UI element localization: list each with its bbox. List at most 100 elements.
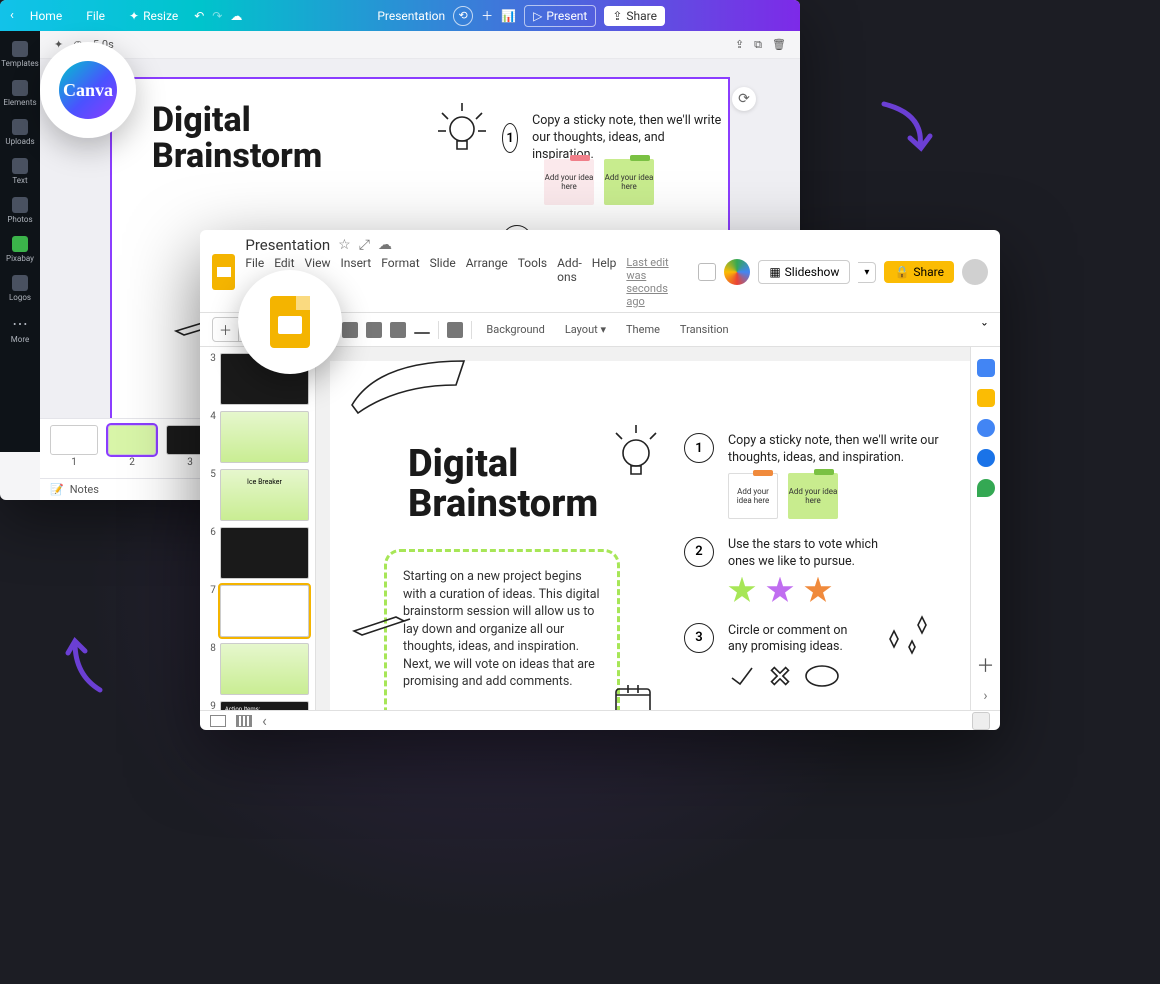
share-button[interactable]: ⇪ Share — [604, 6, 665, 26]
sidebar-photos[interactable]: Photos — [0, 193, 40, 228]
thumbnail[interactable]: 1 — [50, 425, 98, 468]
gs-document-title[interactable]: Presentation — [245, 236, 330, 254]
star-icon[interactable] — [766, 577, 794, 605]
slides-app-icon — [212, 254, 235, 290]
shape-tool-icon[interactable] — [390, 322, 406, 338]
gs-thumbnail[interactable]: 6 — [206, 527, 309, 579]
file-menu[interactable]: File — [78, 6, 113, 26]
scallop-textbox[interactable]: Starting on a new project begins with a … — [384, 549, 620, 710]
gs-canvas[interactable]: DigitalBrainstorm 1 Copy a sticky note, … — [316, 347, 970, 710]
keep-icon[interactable] — [977, 389, 995, 407]
share-button[interactable]: 🔒 Share — [884, 261, 954, 283]
maps-icon[interactable] — [977, 479, 995, 497]
sticky-note[interactable]: Add your idea here — [728, 473, 778, 519]
sidebar-more[interactable]: ⋯More — [0, 310, 40, 348]
step-number: 1 — [684, 433, 714, 463]
menu-tools[interactable]: Tools — [518, 256, 547, 308]
thumbnail[interactable]: 2 — [108, 425, 156, 468]
gs-thumbnail[interactable]: 4 — [206, 411, 309, 463]
add-page-icon[interactable]: ＋ — [481, 7, 493, 24]
menu-addons[interactable]: Add-ons — [557, 256, 582, 308]
slideshow-button[interactable]: ▦ Slideshow — [758, 260, 850, 284]
sidebar-logos[interactable]: Logos — [0, 271, 40, 306]
gs-thumbnail[interactable]: 8 — [206, 643, 309, 695]
analytics-icon[interactable]: 📊 — [501, 9, 516, 23]
filmstrip-view-icon[interactable] — [210, 715, 226, 727]
sidebar-elements[interactable]: Elements — [0, 76, 40, 111]
calendar-icon[interactable] — [977, 359, 995, 377]
export-icon[interactable]: ⇪ — [735, 38, 744, 51]
background-button[interactable]: Background — [480, 321, 550, 338]
toolbar-expand-icon[interactable]: ˇ — [981, 320, 988, 339]
collapse-panel-icon[interactable]: › — [983, 688, 987, 704]
canva-logo-badge: Canva — [40, 42, 136, 138]
home-button[interactable]: Home — [22, 6, 70, 26]
last-edit-text[interactable]: Last edit was seconds ago — [626, 256, 688, 308]
sticky-note[interactable]: Add your idea here — [604, 159, 654, 205]
templates-icon — [12, 41, 28, 57]
document-title[interactable]: Presentation — [377, 9, 445, 23]
sidebar-uploads[interactable]: Uploads — [0, 115, 40, 150]
slide-title[interactable]: DigitalBrainstorm — [408, 445, 598, 525]
more-icon: ⋯ — [12, 314, 28, 333]
gs-thumbnail[interactable]: 9Action Items: — [206, 701, 309, 710]
undo-icon[interactable]: ↶ — [194, 9, 204, 23]
slideshow-dropdown[interactable]: ▾ — [858, 262, 876, 283]
tasks-icon[interactable] — [977, 419, 995, 437]
collapse-icon[interactable]: ‹ — [262, 711, 267, 730]
step-text[interactable]: Use the stars to vote which — [728, 537, 878, 554]
gs-thumbnail[interactable]: 7 — [206, 585, 309, 637]
move-icon[interactable]: ⤢ — [359, 237, 370, 253]
star-icon[interactable] — [728, 577, 756, 605]
step-text[interactable]: Copy a sticky note, then we'll write our… — [728, 433, 948, 467]
text-icon — [12, 158, 28, 174]
step-text[interactable]: Circle or comment on — [728, 623, 847, 640]
meet-icon[interactable] — [724, 259, 750, 285]
sidebar-templates[interactable]: Templates — [0, 37, 40, 72]
menu-help[interactable]: Help — [592, 256, 617, 308]
delete-icon[interactable]: 🗑 — [772, 38, 786, 51]
comment-tool-icon[interactable] — [447, 322, 463, 338]
line-tool-icon[interactable] — [414, 332, 430, 334]
star-icon[interactable] — [804, 577, 832, 605]
sticky-note[interactable]: Add your idea here — [544, 159, 594, 205]
sidebar-text[interactable]: Text — [0, 154, 40, 189]
menu-slide[interactable]: Slide — [430, 256, 456, 308]
theme-button[interactable]: Theme — [620, 321, 666, 338]
step-text[interactable]: any promising ideas. — [728, 639, 847, 656]
textbox-tool-icon[interactable] — [342, 322, 358, 338]
image-tool-icon[interactable] — [366, 322, 382, 338]
duplicate-icon[interactable]: ⧉ — [754, 38, 762, 52]
step-text[interactable]: ones we like to pursue. — [728, 554, 878, 571]
gs-thumbnail[interactable]: 5Ice Breaker — [206, 469, 309, 521]
layout-button[interactable]: Layout ▾ — [559, 321, 612, 338]
tape-doodle-icon — [878, 705, 970, 710]
autoplay-indicator[interactable]: ⟲ — [453, 6, 473, 26]
grid-view-icon[interactable] — [236, 715, 252, 727]
redo-icon[interactable]: ↷ — [212, 9, 222, 23]
present-button[interactable]: ▷ Present — [524, 5, 596, 27]
menu-format[interactable]: Format — [381, 256, 419, 308]
book-icon — [610, 681, 656, 710]
add-addon-icon[interactable]: ＋ — [977, 658, 995, 676]
explore-icon[interactable] — [972, 712, 990, 730]
sidebar-pixabay[interactable]: Pixabay — [0, 232, 40, 267]
star-icon[interactable]: ☆ — [338, 237, 351, 253]
contacts-icon[interactable] — [977, 449, 995, 467]
comments-icon[interactable] — [698, 263, 716, 281]
menu-arrange[interactable]: Arrange — [466, 256, 508, 308]
chevron-left-icon[interactable]: ‹ — [10, 8, 14, 23]
menu-insert[interactable]: Insert — [340, 256, 371, 308]
cross-icon[interactable] — [766, 662, 794, 690]
transition-button[interactable]: Transition — [674, 321, 735, 338]
resize-button[interactable]: ✦ Resize — [121, 6, 186, 26]
pen-icon — [352, 611, 412, 637]
notes-icon: 📝 — [50, 483, 64, 496]
gs-slide[interactable]: DigitalBrainstorm 1 Copy a sticky note, … — [330, 361, 970, 710]
oval-icon[interactable] — [804, 664, 840, 688]
sticky-note[interactable]: Add your idea here — [788, 473, 838, 519]
canva-page-toolbar: ✦ ◷ 5.0s ⇪ ⧉ 🗑 — [40, 31, 800, 59]
checkmark-icon[interactable] — [728, 662, 756, 690]
refresh-badge-icon[interactable]: ⟳ — [732, 87, 756, 111]
account-avatar[interactable] — [962, 259, 988, 285]
